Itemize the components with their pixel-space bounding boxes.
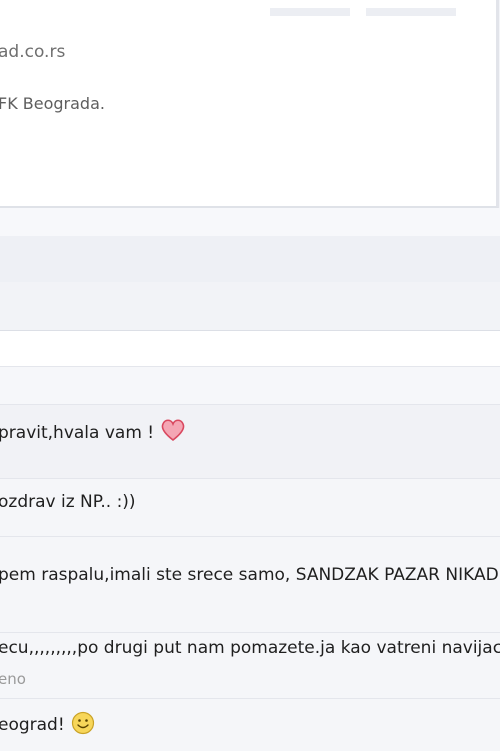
comment-text: pem raspalu,imali ste srece samo, SANDZA… (0, 565, 500, 585)
shares-row (0, 282, 500, 330)
comment-text: eograd! (0, 711, 95, 740)
comment-item: pravit,hvala vam ! (0, 404, 500, 479)
comment-text: pravit,hvala vam ! (0, 418, 186, 447)
likes-row (0, 236, 500, 283)
link-url[interactable]: ad.co.rs (0, 42, 65, 62)
comment-input-area[interactable] (0, 330, 500, 368)
link-description: FK Beograda. (0, 94, 105, 113)
faint-header-text (270, 8, 490, 16)
comment-item: ecu,,,,,,,,,po drugi put nam pomazete.ja… (0, 632, 500, 699)
link-preview-card[interactable]: ad.co.rs FK Beograda. (0, 0, 499, 208)
comment-meta[interactable]: eno (0, 670, 26, 688)
heart-icon (160, 418, 186, 447)
comment-row-empty (0, 366, 500, 405)
smiley-icon (71, 711, 95, 740)
comment-item: pem raspalu,imali ste srece samo, SANDZA… (0, 536, 500, 633)
comment-item: eograd! (0, 698, 500, 751)
comment-text: ozdrav iz NP.. :)) (0, 492, 136, 512)
action-bar (0, 208, 500, 236)
comment-item: ozdrav iz NP.. :)) (0, 478, 500, 537)
comment-text: ecu,,,,,,,,,po drugi put nam pomazete.ja… (0, 638, 500, 658)
